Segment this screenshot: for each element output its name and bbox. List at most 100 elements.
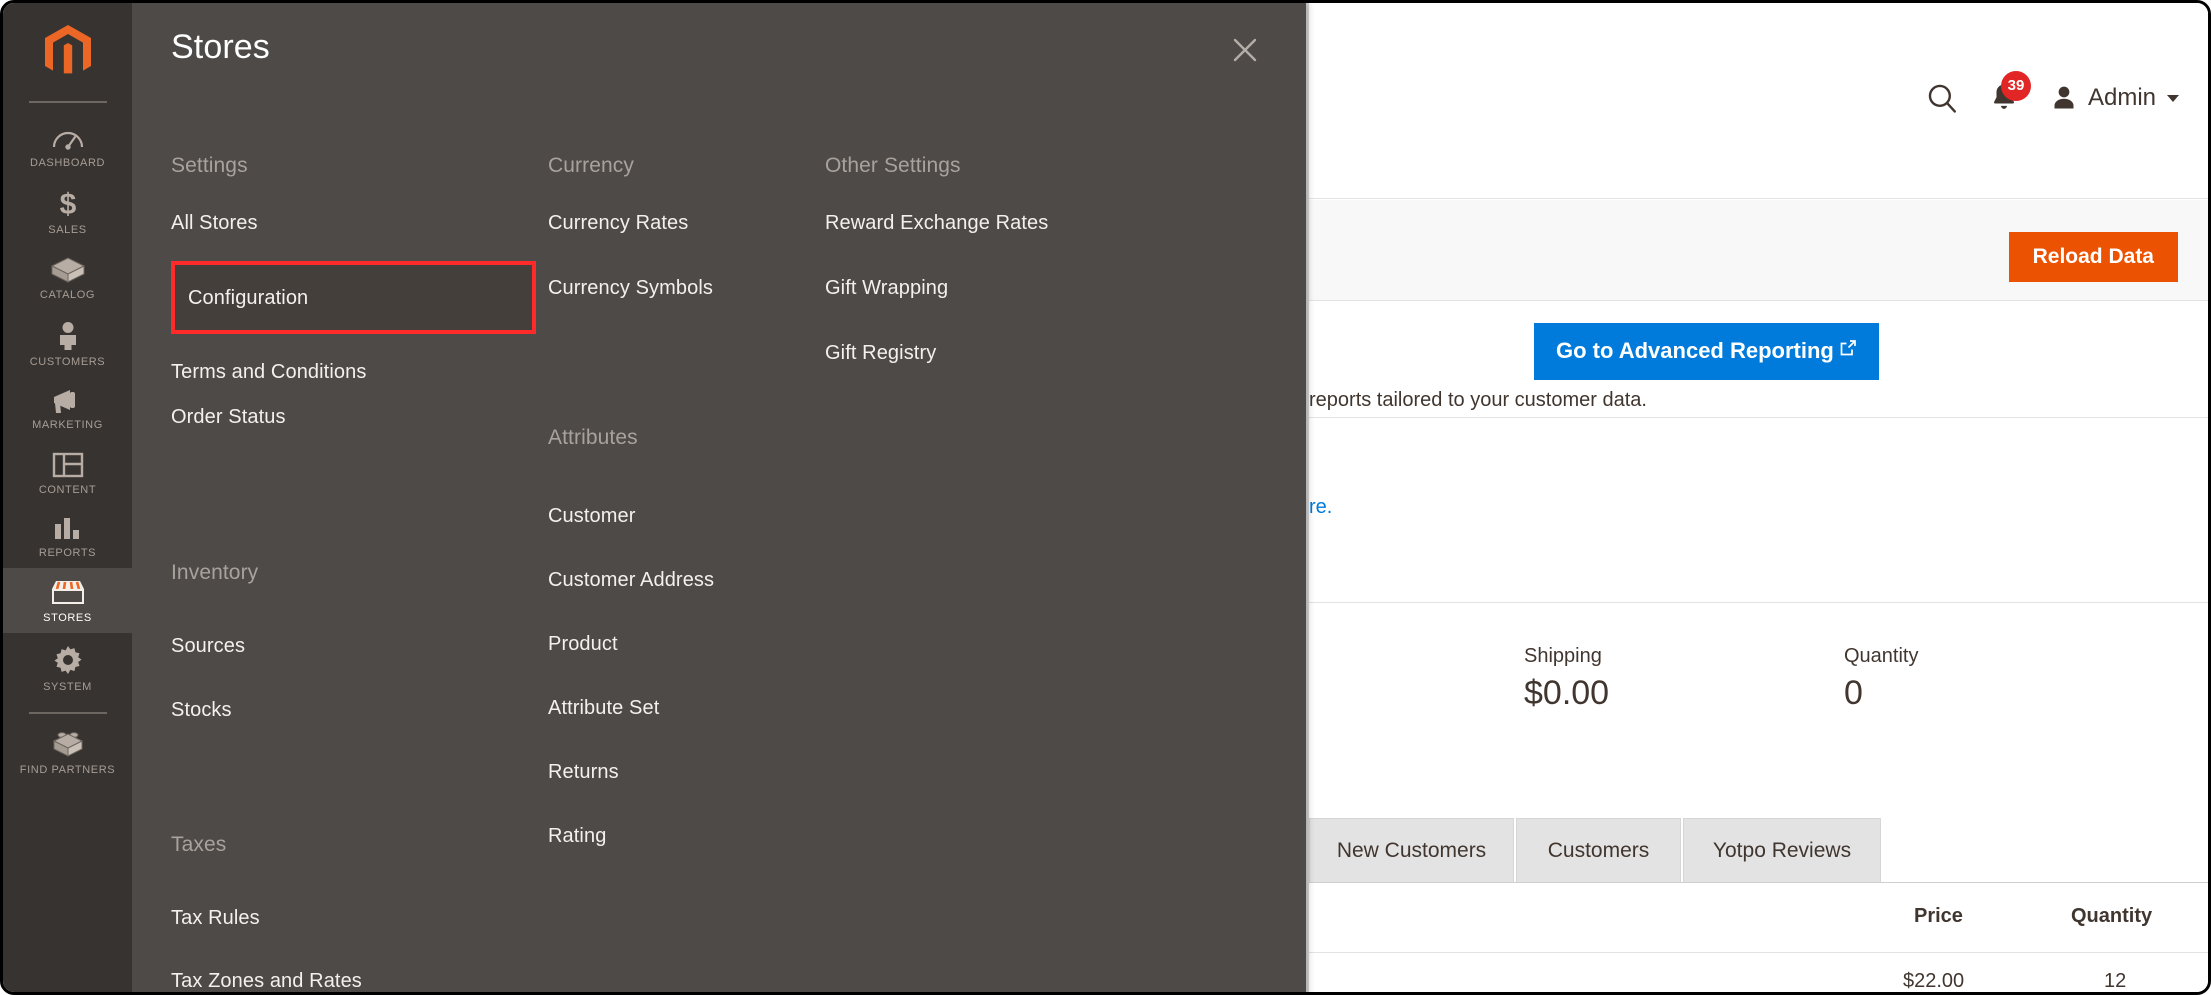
menu-item-returns[interactable]: Returns: [548, 762, 619, 782]
grid-cell-price: $22.00: [1903, 970, 1965, 992]
tab-customers[interactable]: Customers: [1516, 818, 1681, 882]
layout-icon: [52, 451, 84, 479]
storefront-icon: [49, 579, 87, 607]
table-row[interactable]: $22.00 12: [1309, 954, 2208, 992]
menu-item-attribute-set[interactable]: Attribute Set: [548, 698, 659, 718]
grid-column-price: Price: [1914, 905, 1963, 927]
dashboard-gauge-icon: [51, 126, 85, 152]
sidebar-item-stores[interactable]: STORES: [3, 568, 132, 633]
menu-item-currency-symbols[interactable]: Currency Symbols: [548, 278, 713, 298]
sidebar-item-dashboard-label: DASHBOARD: [29, 157, 106, 169]
sidebar-item-marketing[interactable]: MARKETING: [3, 377, 132, 440]
advanced-reporting-block: reports tailored to your customer data. …: [1309, 301, 2208, 418]
stat-quantity: Quantity 0: [1844, 645, 1918, 713]
sidebar-item-dashboard[interactable]: DASHBOARD: [3, 115, 132, 178]
menu-item-configuration[interactable]: Configuration: [171, 261, 536, 334]
reload-data-button[interactable]: Reload Data: [2008, 232, 2178, 282]
magento-logo[interactable]: [3, 3, 132, 101]
stat-shipping: Shipping $0.00: [1524, 645, 1609, 713]
lego-block-icon: [50, 729, 86, 759]
menu-item-order-status[interactable]: Order Status: [171, 407, 286, 427]
main-content-area: 39 Admin Reload Data reports tailored to…: [1306, 3, 2208, 992]
menu-item-gift-wrapping[interactable]: Gift Wrapping: [825, 278, 948, 298]
page-actions-bar: Reload Data: [1309, 200, 2208, 301]
tab-yotpo-reviews[interactable]: Yotpo Reviews: [1683, 818, 1881, 882]
menu-group-title-attributes: Attributes: [548, 426, 638, 449]
main-sidebar: DASHBOARD $ SALES CATALOG CUSTOMERS MARK…: [3, 3, 132, 992]
menu-group-title-taxes: Taxes: [171, 833, 227, 856]
sidebar-item-catalog-label: CATALOG: [39, 289, 96, 301]
stat-quantity-label: Quantity: [1844, 645, 1919, 667]
menu-item-stocks[interactable]: Stocks: [171, 700, 232, 720]
admin-user-name: Admin: [2087, 84, 2156, 111]
stat-shipping-label: Shipping: [1524, 645, 1602, 667]
menu-item-gift-registry[interactable]: Gift Registry: [825, 343, 936, 363]
sidebar-item-content-label: CONTENT: [38, 484, 97, 496]
sidebar-item-customers-label: CUSTOMERS: [29, 356, 106, 368]
person-icon: [54, 321, 82, 351]
stat-shipping-value: $0.00: [1524, 674, 1610, 712]
sidebar-item-stores-label: STORES: [43, 612, 92, 624]
menu-item-currency-rates[interactable]: Currency Rates: [548, 213, 688, 233]
grid-header-row: Price Quantity: [1309, 883, 2208, 953]
menu-item-rating[interactable]: Rating: [548, 826, 606, 846]
search-icon[interactable]: [1925, 81, 1959, 115]
chevron-down-icon: [2165, 92, 2181, 104]
advanced-reporting-description: reports tailored to your customer data.: [1309, 389, 1647, 411]
dollar-sign-icon: $: [54, 188, 82, 221]
sidebar-item-reports[interactable]: REPORTS: [3, 505, 132, 568]
menu-item-customer[interactable]: Customer: [548, 506, 636, 526]
menu-panel-title: Stores: [171, 28, 270, 66]
grid-cell-quantity: 12: [2104, 970, 2127, 992]
menu-item-sources[interactable]: Sources: [171, 636, 245, 656]
menu-group-title-inventory: Inventory: [171, 561, 259, 584]
menu-item-tax-rules[interactable]: Tax Rules: [171, 908, 260, 928]
sidebar-item-system-label: SYSTEM: [43, 681, 92, 693]
tab-new-customers[interactable]: New Customers: [1309, 818, 1514, 882]
sidebar-item-find-partners-label: FIND PARTNERS: [19, 764, 116, 776]
advanced-reporting-button-label: Go to Advanced Reporting: [1556, 338, 1834, 363]
sidebar-item-sales[interactable]: $ SALES: [3, 178, 132, 245]
sidebar-item-content[interactable]: CONTENT: [3, 440, 132, 505]
megaphone-icon: [50, 388, 86, 414]
header-actions: 39 Admin: [1925, 71, 2181, 115]
menu-item-terms-and-conditions[interactable]: Terms and Conditions: [171, 362, 366, 382]
admin-header: 39 Admin: [1309, 3, 2208, 199]
dashboard-tabs: New Customers Customers Yotpo Reviews: [1309, 818, 2208, 883]
svg-text:$: $: [59, 189, 76, 219]
menu-item-configuration-label: Configuration: [188, 286, 309, 309]
bar-chart-icon: [52, 516, 84, 542]
menu-group-title-other-settings: Other Settings: [825, 154, 961, 177]
order-stats-row: Shipping $0.00 Quantity 0: [1309, 603, 2208, 763]
gear-icon: [52, 644, 84, 676]
sidebar-item-marketing-label: MARKETING: [32, 419, 103, 431]
notification-count-badge: 39: [2000, 71, 2031, 101]
menu-group-title-currency: Currency: [548, 154, 634, 177]
sidebar-item-sales-label: SALES: [48, 224, 87, 236]
sidebar-divider-top: [28, 101, 107, 103]
magento-admin-screen: 39 Admin Reload Data reports tailored to…: [0, 0, 2211, 995]
sidebar-item-system[interactable]: SYSTEM: [3, 633, 132, 702]
menu-item-reward-exchange-rates[interactable]: Reward Exchange Rates: [825, 213, 1048, 233]
notifications-bell-icon[interactable]: 39: [1989, 71, 2031, 115]
sidebar-divider-bottom: [28, 712, 107, 714]
close-icon[interactable]: [1224, 29, 1266, 71]
menu-item-customer-address[interactable]: Customer Address: [548, 570, 714, 590]
go-to-advanced-reporting-button[interactable]: Go to Advanced Reporting: [1534, 323, 1879, 380]
menu-item-all-stores[interactable]: All Stores: [171, 213, 258, 233]
sidebar-item-find-partners[interactable]: FIND PARTNERS: [3, 718, 132, 785]
chart-inline-link[interactable]: re.: [1309, 496, 1332, 519]
sidebar-item-customers[interactable]: CUSTOMERS: [3, 310, 132, 377]
admin-user-menu[interactable]: Admin: [2049, 83, 2181, 113]
grid-column-quantity: Quantity: [2071, 905, 2153, 927]
external-link-icon: [1839, 339, 1857, 357]
stores-menu-panel: Stores Settings All Stores Configuration…: [132, 3, 1306, 992]
chart-block: re.: [1309, 419, 2208, 603]
menu-item-tax-zones-and-rates[interactable]: Tax Zones and Rates: [171, 971, 362, 991]
sidebar-item-catalog[interactable]: CATALOG: [3, 245, 132, 310]
sidebar-item-reports-label: REPORTS: [38, 547, 97, 559]
box-icon: [50, 256, 86, 284]
user-avatar-icon: [2049, 83, 2079, 113]
menu-item-product[interactable]: Product: [548, 634, 618, 654]
stat-quantity-value: 0: [1844, 674, 1863, 712]
